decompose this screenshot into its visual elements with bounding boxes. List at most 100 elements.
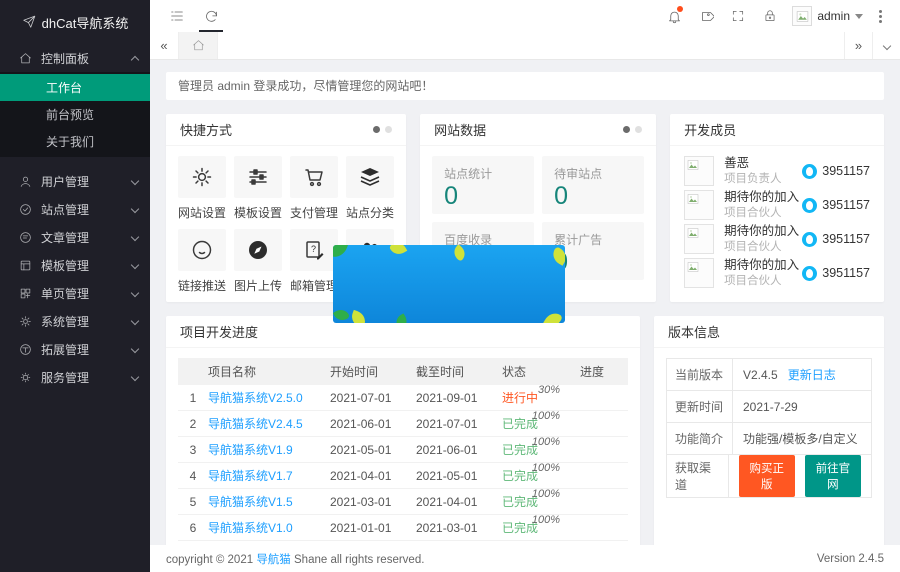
sidebar-item-label: 系统管理: [41, 313, 89, 330]
template-icon: [18, 258, 32, 272]
shortcut-label: 网站设置: [178, 204, 226, 221]
buy-genuine-button[interactable]: 购买正版: [739, 455, 795, 497]
brand-link[interactable]: 导航猫: [256, 554, 291, 566]
service-icon: [18, 370, 32, 384]
changelog-link[interactable]: 更新日志: [788, 366, 836, 383]
start-date: 2021-05-01: [330, 443, 416, 457]
stat-value: 0: [554, 250, 632, 275]
sidebar-item-label: 服务管理: [41, 369, 89, 386]
card-title: 项目开发进度: [180, 322, 258, 341]
user-icon: [18, 174, 32, 188]
qq-icon: [802, 164, 817, 179]
sidebar-item-template-mgmt[interactable]: 模板管理: [0, 251, 150, 279]
more-options-button[interactable]: [871, 10, 890, 23]
carousel-dot[interactable]: [385, 126, 392, 133]
fullscreen-button[interactable]: [724, 0, 752, 32]
shortcut-site-settings[interactable]: 网站设置: [178, 156, 226, 221]
tag-button[interactable]: [692, 0, 720, 32]
official-site-button[interactable]: 前往官网: [805, 455, 861, 497]
update-time: 2021-7-29: [743, 400, 798, 414]
user-menu[interactable]: admin: [788, 6, 867, 26]
shortcut-site-category[interactable]: 站点分类: [346, 156, 394, 221]
start-date: 2021-07-01: [330, 391, 416, 405]
qq-number: 3951157: [822, 232, 870, 246]
avatar: [684, 156, 714, 186]
lock-button[interactable]: [756, 0, 784, 32]
shortcut-template-settings[interactable]: 模板设置: [234, 156, 282, 221]
sidebar-item-site-mgmt[interactable]: 站点管理: [0, 195, 150, 223]
shortcut-payment-mgmt[interactable]: 支付管理: [290, 156, 338, 221]
chevron-down-icon: [131, 177, 139, 185]
member-qq[interactable]: 3951157: [802, 164, 870, 179]
sidebar-item-article-mgmt[interactable]: 文章管理: [0, 223, 150, 251]
header-name: 项目名称: [208, 363, 330, 380]
sidebar-item-user-mgmt[interactable]: 用户管理: [0, 167, 150, 195]
promo-banner[interactable]: [333, 245, 565, 323]
notification-badge: [677, 6, 683, 12]
tabs-menu-button[interactable]: [872, 32, 900, 59]
sidebar-item-label: 模板管理: [41, 257, 89, 274]
carousel-dot-active[interactable]: [373, 126, 380, 133]
end-date: 2021-03-01: [416, 521, 502, 535]
app-logo[interactable]: dhCat导航系统: [0, 0, 150, 44]
sidebar-item-label: 站点管理: [41, 201, 89, 218]
chevron-down-icon: [131, 317, 139, 325]
project-name-link[interactable]: 导航猫系统V1.9: [208, 441, 330, 458]
project-name-link[interactable]: 导航猫系统V2.5.0: [208, 389, 330, 406]
refresh-button[interactable]: [194, 0, 228, 32]
progress-percent: 100%: [532, 515, 560, 526]
progress-table: 项目名称 开始时间 截至时间 状态 进度 1 导航猫系统V2.5.0 2021-…: [178, 358, 628, 541]
tabbar-spacer: [218, 32, 844, 59]
stat-value: 0: [444, 184, 522, 209]
card-title: 版本信息: [668, 322, 720, 341]
sidebar-item-dashboard[interactable]: 控制面板: [0, 44, 150, 72]
shortcut-link-push[interactable]: 链接推送: [178, 229, 226, 294]
row-index: 2: [178, 417, 208, 431]
sidebar-item-about-us[interactable]: 关于我们: [0, 128, 150, 155]
header-start: 开始时间: [330, 363, 416, 380]
project-name-link[interactable]: 导航猫系统V1.5: [208, 493, 330, 510]
sidebar-toggle-button[interactable]: [160, 0, 194, 32]
stat-label: 待审站点: [554, 165, 632, 182]
sidebar-item-extension-mgmt[interactable]: 拓展管理: [0, 335, 150, 363]
cards-row-2: 项目开发进度 项目名称 开始时间 截至时间 状态 进度 1 导航猫系统V: [166, 316, 884, 545]
sidebar-item-system-mgmt[interactable]: 系统管理: [0, 307, 150, 335]
member-qq[interactable]: 3951157: [802, 232, 870, 247]
sidebar-item-frontend-preview[interactable]: 前台预览: [0, 101, 150, 128]
sidebar-item-service-mgmt[interactable]: 服务管理: [0, 363, 150, 391]
leaf-decoration: [333, 307, 350, 323]
member-row: 期待你的加入项目合伙人 3951157: [684, 222, 870, 256]
row-index: 3: [178, 443, 208, 457]
shortcut-image-upload[interactable]: 图片上传: [234, 229, 282, 294]
tabs-scroll-right-button[interactable]: »: [844, 32, 872, 59]
stat-pending-sites: 待审站点 0: [542, 156, 644, 214]
notifications-button[interactable]: [660, 0, 688, 32]
sliders-icon: [246, 165, 270, 189]
sidebar: dhCat导航系统 控制面板 工作台 前台预览 关于我们 用户管理 站点管理 文…: [0, 0, 150, 572]
row-index: 6: [178, 521, 208, 535]
version-row-features: 功能简介 功能强/模板多/自定义: [667, 423, 871, 455]
member-role: 项目合伙人: [724, 274, 799, 288]
stat-label: 累计广告: [554, 231, 632, 248]
sidebar-submenu: 工作台 前台预览 关于我们: [0, 72, 150, 157]
end-date: 2021-05-01: [416, 469, 502, 483]
sidebar-item-page-mgmt[interactable]: 单页管理: [0, 279, 150, 307]
avatar: [684, 190, 714, 220]
sidebar-item-workbench[interactable]: 工作台: [0, 74, 150, 101]
project-name-link[interactable]: 导航猫系统V2.4.5: [208, 415, 330, 432]
member-qq[interactable]: 3951157: [802, 198, 870, 213]
shortcut-email-mgmt[interactable]: ? 邮箱管理: [290, 229, 338, 294]
end-date: 2021-06-01: [416, 443, 502, 457]
version-row-channel: 获取渠道 购买正版 前往官网: [667, 455, 871, 497]
member-qq[interactable]: 3951157: [802, 266, 870, 281]
project-name-link[interactable]: 导航猫系统V1.0: [208, 519, 330, 536]
carousel-dot-active[interactable]: [623, 126, 630, 133]
member-role: 项目合伙人: [724, 240, 799, 254]
version-row-current: 当前版本 V2.4.5更新日志: [667, 359, 871, 391]
tab-home[interactable]: [178, 32, 218, 59]
project-name-link[interactable]: 导航猫系统V1.7: [208, 467, 330, 484]
header-progress: 进度: [560, 363, 628, 380]
dev-members-card: 开发成员 善恶项目负责人 3951157 期待你的加入项目合伙人 3951157: [670, 114, 884, 302]
tabs-scroll-left-button[interactable]: «: [150, 32, 178, 59]
carousel-dot[interactable]: [635, 126, 642, 133]
